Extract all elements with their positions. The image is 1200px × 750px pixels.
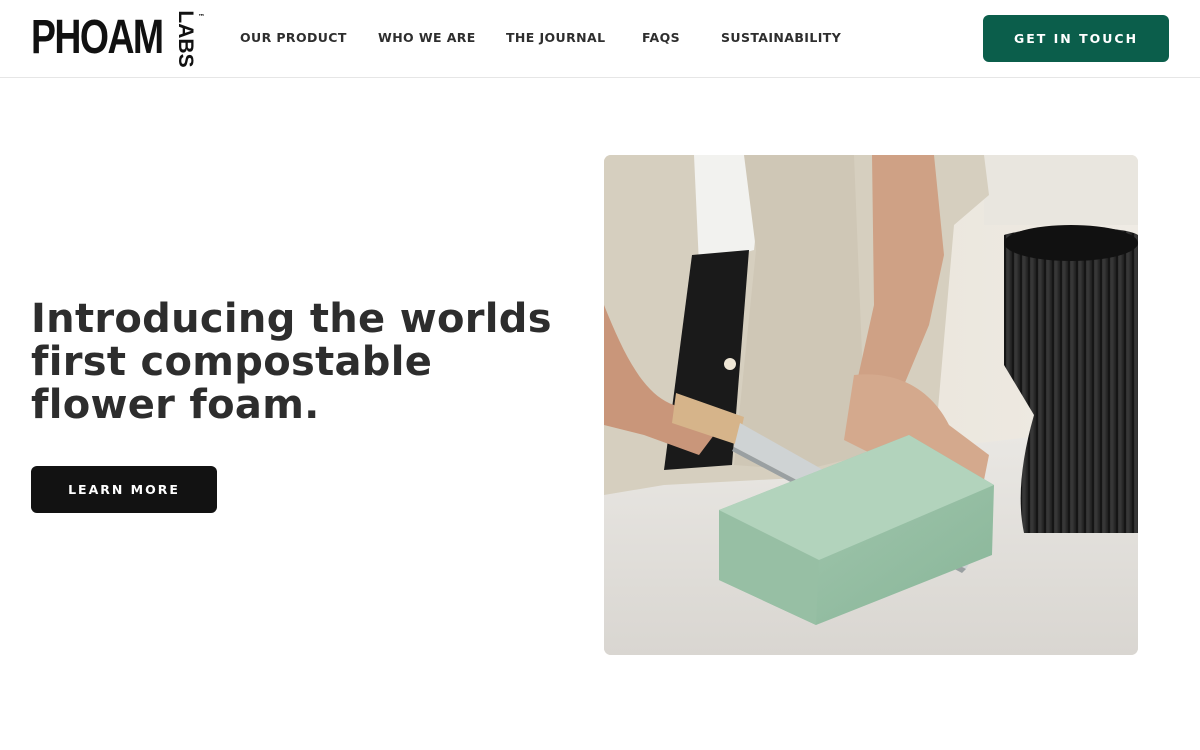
photo-hand-cutting-foam-icon: [604, 155, 1138, 655]
site-header: PHOAM LABS ™ OUR PRODUCT WHO WE ARE THE …: [0, 0, 1200, 78]
logo-wordmark: PHOAM: [31, 11, 164, 64]
get-in-touch-button[interactable]: GET IN TOUCH: [983, 15, 1169, 62]
logo-trademark: ™: [198, 13, 205, 21]
hero-title: Introducing the worlds first compostable…: [31, 296, 552, 428]
nav-item-the-journal[interactable]: THE JOURNAL: [506, 30, 605, 45]
nav-item-our-product[interactable]: OUR PRODUCT: [240, 30, 347, 45]
nav-item-sustainability[interactable]: SUSTAINABILITY: [721, 30, 841, 45]
hero-title-line: Introducing the worlds: [31, 296, 552, 342]
logo-labs-text: LABS: [174, 9, 197, 68]
learn-more-button[interactable]: LEARN MORE: [31, 466, 217, 513]
hero-photo: [604, 155, 1138, 655]
nav-item-faqs[interactable]: FAQS: [642, 30, 680, 45]
nav-item-who-we-are[interactable]: WHO WE ARE: [378, 30, 476, 45]
hero-title-line: flower foam.: [31, 382, 320, 428]
hero-title-line: first compostable: [31, 339, 433, 385]
brand-logo[interactable]: PHOAM LABS ™: [31, 10, 205, 67]
